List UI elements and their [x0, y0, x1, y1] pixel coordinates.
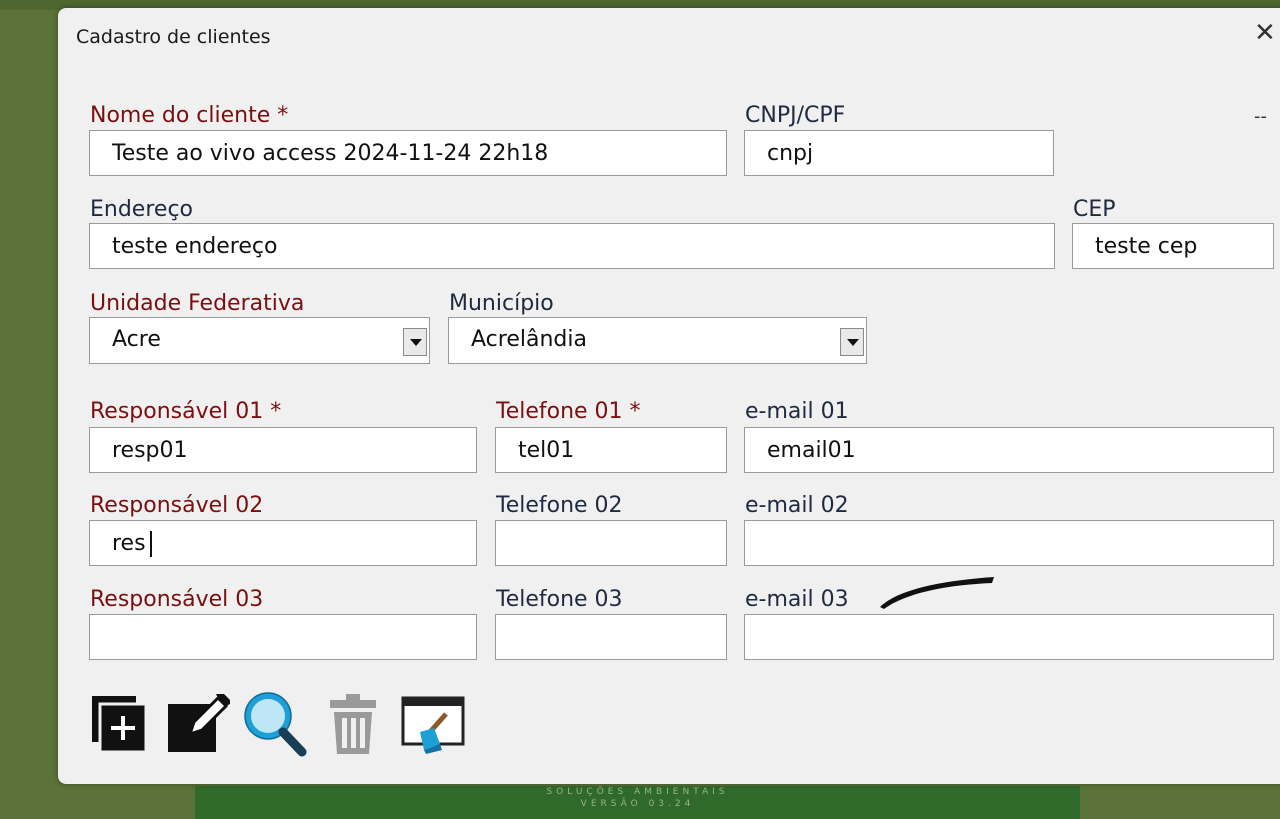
- banner-line-1: SOLUÇÕES AMBIENTAIS: [546, 787, 729, 797]
- resp03-input[interactable]: [89, 614, 477, 660]
- trash-icon: [330, 694, 376, 754]
- dash-mark: --: [1254, 106, 1267, 127]
- client-registration-dialog: Cadastro de clientes ✕ -- Nome do client…: [58, 8, 1280, 784]
- email01-input[interactable]: [744, 427, 1274, 473]
- clear-screen-icon: [401, 696, 465, 754]
- email01-label: e-mail 01: [745, 399, 849, 424]
- banner-line-2: VERSÃO 03.24: [580, 799, 695, 809]
- delete-record-button[interactable]: [324, 692, 384, 756]
- resp03-label: Responsável 03: [90, 587, 264, 612]
- uf-value: Acre: [112, 327, 161, 352]
- cep-label: CEP: [1073, 197, 1116, 222]
- edit-record-button[interactable]: [164, 690, 230, 754]
- tel01-label: Telefone 01 *: [496, 399, 641, 424]
- uf-select[interactable]: Acre: [89, 317, 430, 364]
- endereco-input[interactable]: [89, 223, 1055, 269]
- municipio-value: Acrelândia: [471, 327, 587, 352]
- search-record-button[interactable]: [242, 688, 307, 757]
- tel02-input[interactable]: [495, 520, 727, 566]
- tel01-input[interactable]: [495, 427, 727, 473]
- municipio-select[interactable]: Acrelândia: [448, 317, 867, 364]
- edit-icon: [168, 694, 230, 752]
- tel03-label: Telefone 03: [496, 587, 623, 612]
- uf-label: Unidade Federativa: [90, 291, 305, 316]
- cep-input[interactable]: [1072, 223, 1274, 269]
- cnpj-label: CNPJ/CPF: [745, 103, 846, 128]
- email03-label: e-mail 03: [745, 587, 849, 612]
- nome-input[interactable]: [89, 130, 727, 176]
- nome-label: Nome do cliente *: [90, 103, 289, 128]
- email02-input[interactable]: [744, 520, 1274, 566]
- resp01-label: Responsável 01 *: [90, 399, 282, 424]
- email03-input[interactable]: [744, 614, 1274, 660]
- municipio-label: Município: [449, 291, 554, 316]
- cnpj-input[interactable]: [744, 130, 1054, 176]
- window-title: Cadastro de clientes: [76, 26, 271, 48]
- resp02-label: Responsável 02: [90, 493, 264, 518]
- background-banner: SOLUÇÕES AMBIENTAIS VERSÃO 03.24: [195, 786, 1080, 819]
- chevron-down-icon[interactable]: [840, 328, 864, 356]
- endereco-label: Endereço: [90, 197, 193, 222]
- search-icon: [244, 692, 307, 757]
- add-record-button[interactable]: [90, 692, 150, 756]
- close-icon[interactable]: ✕: [1254, 20, 1276, 46]
- text-caret: [150, 531, 152, 557]
- pen-annotation-mark: [880, 577, 994, 609]
- clear-form-button[interactable]: [400, 692, 468, 756]
- tel03-input[interactable]: [495, 614, 727, 660]
- resp01-input[interactable]: [89, 427, 477, 473]
- chevron-down-icon[interactable]: [403, 328, 427, 356]
- email02-label: e-mail 02: [745, 493, 849, 518]
- add-icon: [92, 696, 148, 754]
- tel02-label: Telefone 02: [496, 493, 623, 518]
- resp02-input[interactable]: [89, 520, 477, 566]
